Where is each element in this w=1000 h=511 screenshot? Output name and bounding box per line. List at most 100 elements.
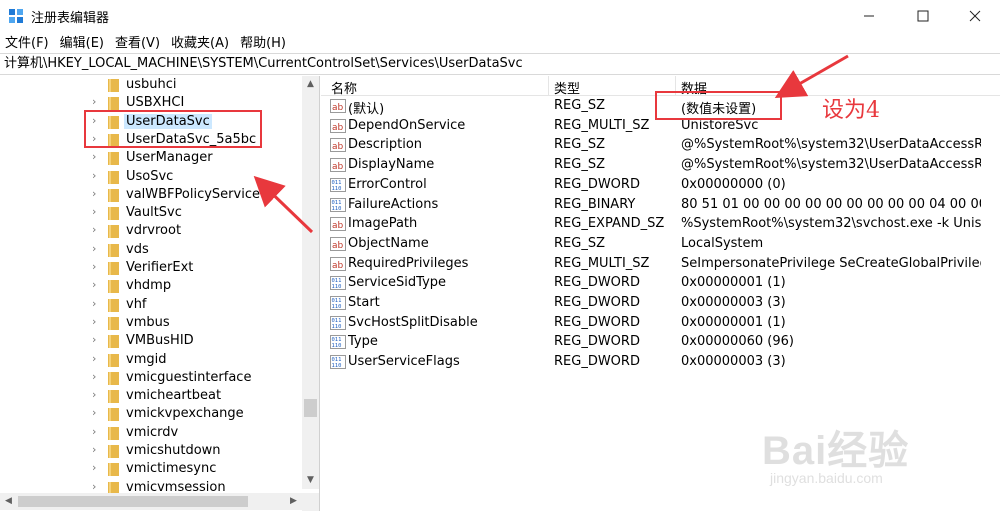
chevron-right-icon[interactable]: › <box>92 315 102 328</box>
value-row[interactable]: ab ObjectName REG_SZ LocalSystem <box>321 234 1000 254</box>
chevron-right-icon[interactable]: › <box>92 169 102 182</box>
menu-bar: 文件(F) 编辑(E) 查看(V) 收藏夹(A) 帮助(H) <box>0 31 1000 52</box>
svg-text:ab: ab <box>332 221 344 231</box>
value-row[interactable]: 011 110 SvcHostSplitDisable REG_DWORD 0x0000… <box>321 313 1000 333</box>
tree-item[interactable]: › vdrvroot <box>0 222 300 240</box>
value-type: REG_SZ <box>554 98 605 113</box>
folder-icon <box>108 335 119 349</box>
tree-vertical-scrollbar[interactable]: ▲ ▼ <box>302 76 319 489</box>
tree-item[interactable]: › vhdmp <box>0 277 300 295</box>
menu-file[interactable]: 文件(F) <box>5 32 49 51</box>
chevron-right-icon[interactable]: › <box>92 187 102 200</box>
value-row[interactable]: 011 110 FailureActions REG_BINARY 80 51 01 0… <box>321 195 1000 215</box>
column-header-type[interactable]: 类型 <box>554 78 580 97</box>
address-bar[interactable]: 计算机\HKEY_LOCAL_MACHINE\SYSTEM\CurrentCon… <box>0 53 1000 75</box>
tree-item[interactable]: › vmbus <box>0 314 300 332</box>
tree-item[interactable]: › vmicshutdown <box>0 442 300 460</box>
svg-text:ab: ab <box>332 142 344 152</box>
value-type: REG_EXPAND_SZ <box>554 216 665 232</box>
minimize-button[interactable] <box>846 0 892 31</box>
close-button[interactable] <box>952 0 998 31</box>
tree-horizontal-scrollbar[interactable]: ◀ ▶ <box>0 493 302 510</box>
menu-view[interactable]: 查看(V) <box>115 32 160 51</box>
column-header-name[interactable]: 名称 <box>331 78 357 97</box>
scroll-left-icon[interactable]: ◀ <box>0 493 17 510</box>
chevron-right-icon[interactable]: › <box>92 443 102 456</box>
tree-item-label: vmicguestinterface <box>126 369 252 385</box>
tree-item[interactable]: › vmictimesync <box>0 460 300 478</box>
annotation-text: 设为4 <box>822 98 880 123</box>
chevron-right-icon[interactable]: › <box>92 333 102 346</box>
tree-item[interactable]: › vmgid <box>0 351 300 369</box>
folder-icon <box>108 170 119 184</box>
value-type: REG_MULTI_SZ <box>554 117 650 133</box>
tree-horizontal-scroll-thumb[interactable] <box>18 496 248 507</box>
maximize-button[interactable] <box>900 0 946 31</box>
svg-text:110: 110 <box>332 186 342 192</box>
tree-item[interactable]: › vds <box>0 241 300 259</box>
value-data: 0x00000000 (0) <box>681 176 786 192</box>
string-value-icon: ab <box>330 118 346 133</box>
value-row[interactable]: 011 110 UserServiceFlags REG_DWORD 0x0000000… <box>321 352 1000 372</box>
value-row[interactable]: 011 110 ErrorControl REG_DWORD 0x00000000 (0… <box>321 175 1000 195</box>
chevron-right-icon[interactable]: › <box>92 406 102 419</box>
tree-item[interactable]: › UsoSvc <box>0 168 300 186</box>
tree-item[interactable]: usbuhci <box>0 76 300 94</box>
tree-item[interactable]: › valWBFPolicyService <box>0 186 300 204</box>
chevron-right-icon[interactable]: › <box>92 388 102 401</box>
scroll-up-icon[interactable]: ▲ <box>302 76 319 93</box>
value-data: 0x00000003 (3) <box>681 354 786 370</box>
value-row[interactable]: 011 110 Type REG_DWORD 0x00000060 (96) <box>321 332 1000 352</box>
value-name: ImagePath <box>348 216 418 232</box>
tree-item[interactable]: › VMBusHID <box>0 332 300 350</box>
chevron-right-icon[interactable]: › <box>92 150 102 163</box>
value-row[interactable]: ab RequiredPrivileges REG_MULTI_SZ SeImpers… <box>321 254 1000 274</box>
tree-item[interactable]: › VaultSvc <box>0 204 300 222</box>
tree-item-label: vmbus <box>126 314 170 330</box>
svg-text:110: 110 <box>332 304 342 310</box>
chevron-right-icon[interactable]: › <box>92 205 102 218</box>
chevron-right-icon[interactable]: › <box>92 223 102 236</box>
chevron-right-icon[interactable]: › <box>92 461 102 474</box>
tree-vertical-scroll-thumb[interactable] <box>304 399 317 417</box>
svg-text:110: 110 <box>332 284 342 290</box>
value-name: RequiredPrivileges <box>348 255 469 271</box>
highlight-box-tree <box>84 110 262 148</box>
chevron-right-icon[interactable]: › <box>92 278 102 291</box>
tree-item[interactable]: › VerifierExt <box>0 259 300 277</box>
chevron-right-icon[interactable]: › <box>92 480 102 493</box>
value-row[interactable]: 011 110 Start REG_DWORD 0x00000003 (3) <box>321 293 1000 313</box>
chevron-right-icon[interactable]: › <box>92 425 102 438</box>
svg-text:ab: ab <box>332 162 344 172</box>
column-divider[interactable] <box>548 76 549 96</box>
menu-favorites[interactable]: 收藏夹(A) <box>171 32 229 51</box>
scroll-right-icon[interactable]: ▶ <box>285 493 302 510</box>
tree-item[interactable]: › vmicheartbeat <box>0 387 300 405</box>
menu-edit[interactable]: 编辑(E) <box>60 32 104 51</box>
value-data: @%SystemRoot%\system32\UserDataAccessRe.… <box>681 157 981 173</box>
folder-icon <box>108 298 119 312</box>
string-value-icon: ab <box>330 217 346 232</box>
chevron-right-icon[interactable]: › <box>92 297 102 310</box>
folder-icon <box>108 207 119 221</box>
value-row[interactable]: ab ImagePath REG_EXPAND_SZ %SystemRoot%\sys… <box>321 214 1000 234</box>
tree-item[interactable]: › vmickvpexchange <box>0 405 300 423</box>
tree-item[interactable]: › vhf <box>0 296 300 314</box>
tree-item-label: VerifierExt <box>126 260 194 275</box>
chevron-right-icon[interactable]: › <box>92 352 102 365</box>
tree-item[interactable]: › vmicrdv <box>0 424 300 442</box>
chevron-right-icon[interactable]: › <box>92 370 102 383</box>
scroll-down-icon[interactable]: ▼ <box>302 472 319 489</box>
menu-help[interactable]: 帮助(H) <box>240 32 286 51</box>
value-name: DependOnService <box>348 117 466 133</box>
tree-item[interactable]: › vmicguestinterface <box>0 369 300 387</box>
chevron-right-icon[interactable]: › <box>92 95 102 108</box>
tree-item[interactable]: › UserManager <box>0 149 300 167</box>
value-row[interactable]: ab DisplayName REG_SZ @%SystemRoot%\system3… <box>321 155 1000 175</box>
value-type: REG_DWORD <box>554 176 640 192</box>
value-row[interactable]: ab Description REG_SZ @%SystemRoot%\system3… <box>321 135 1000 155</box>
string-value-icon: ab <box>330 236 346 251</box>
chevron-right-icon[interactable]: › <box>92 242 102 255</box>
value-row[interactable]: 011 110 ServiceSidType REG_DWORD 0x00000001 … <box>321 273 1000 293</box>
chevron-right-icon[interactable]: › <box>92 260 102 273</box>
